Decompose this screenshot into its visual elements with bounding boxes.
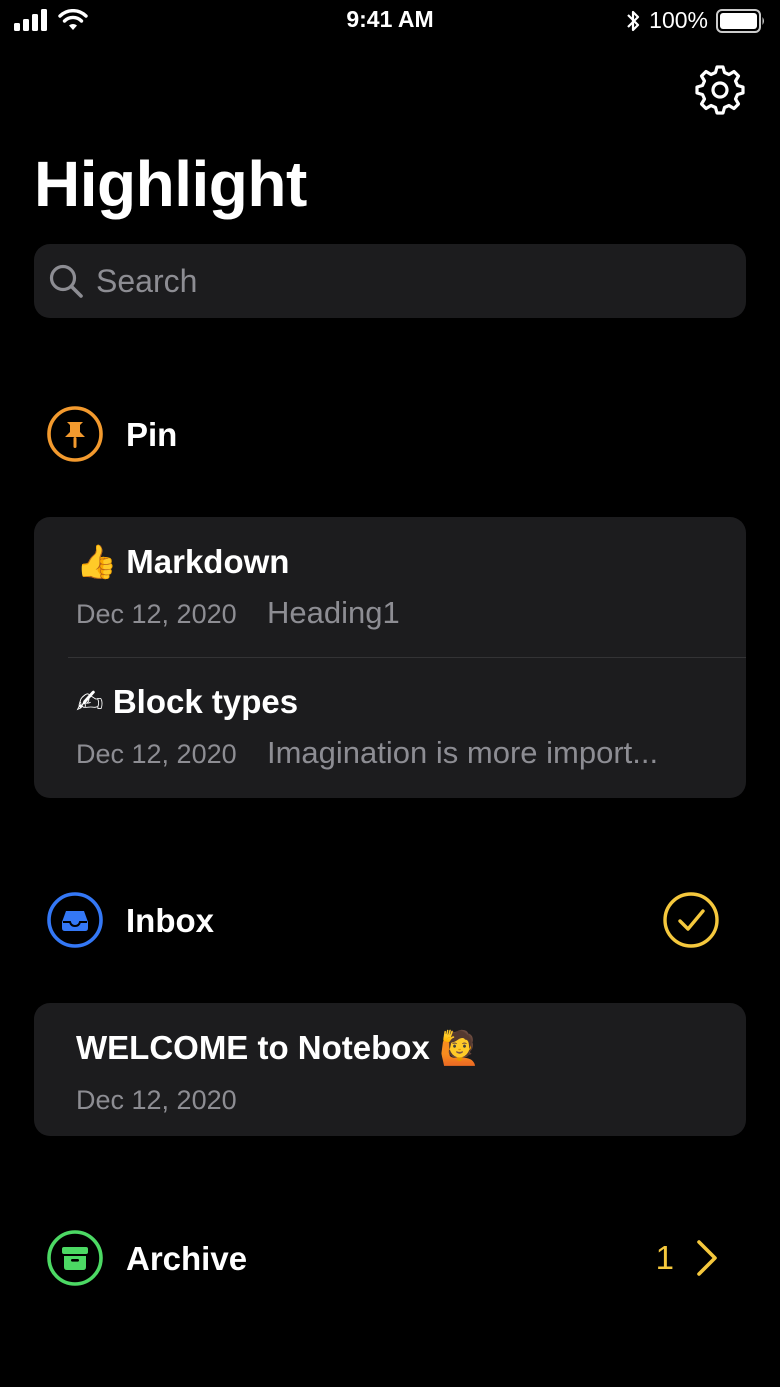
battery-icon — [716, 8, 764, 33]
note-date: Dec 12, 2020 — [76, 599, 237, 629]
note-item-welcome[interactable]: WELCOME to Notebox 🙋 Dec 12, 2020 — [34, 1003, 746, 1136]
battery-percent: 100% — [649, 7, 708, 33]
archive-meta: 1 — [656, 1229, 720, 1287]
archive-icon — [47, 1230, 103, 1286]
screen: 9:41 AM 100% Highlight Search Pin 👍 Mark… — [0, 0, 780, 1387]
note-date: Dec 12, 2020 — [76, 1085, 237, 1115]
section-inbox-label: Inbox — [126, 902, 214, 939]
checkmark-circle-icon[interactable] — [662, 891, 720, 949]
inbox-actions — [662, 891, 720, 949]
writing-hand-emoji: ✍ — [76, 682, 104, 721]
inbox-icon — [47, 892, 103, 948]
note-preview: Heading1 — [267, 595, 400, 630]
search-placeholder: Search — [96, 263, 198, 299]
note-title-text: Block types — [112, 683, 299, 720]
search-input[interactable]: Search — [34, 244, 746, 318]
pin-icon — [47, 406, 103, 462]
search-icon — [49, 264, 83, 298]
note-title: WELCOME to Notebox 🙋 — [76, 1027, 480, 1069]
section-pin-header[interactable]: Pin — [46, 405, 736, 465]
note-item-block-types[interactable]: ✍ Block types Dec 12, 2020 Imagination i… — [34, 657, 746, 797]
raising-hand-emoji: 🙋 — [438, 1028, 481, 1067]
note-title: ✍ Block types — [76, 681, 298, 723]
thumbs-up-emoji: 👍 — [76, 542, 118, 581]
note-title-text: WELCOME to Notebox — [76, 1029, 430, 1066]
section-archive-label: Archive — [126, 1240, 248, 1277]
settings-button[interactable] — [694, 64, 746, 116]
note-preview: Imagination is more import... — [267, 735, 659, 770]
status-right: 100% — [625, 7, 766, 34]
gear-icon — [695, 65, 745, 115]
archive-count: 1 — [655, 1239, 674, 1276]
section-pin-label: Pin — [126, 416, 178, 453]
section-archive-header[interactable]: Archive 1 — [46, 1229, 736, 1289]
page-title: Highlight — [34, 148, 307, 220]
bluetooth-icon — [627, 10, 640, 31]
pin-notes-card: 👍 Markdown Dec 12, 2020 Heading1 ✍ Block… — [34, 517, 746, 798]
status-bar: 9:41 AM 100% — [0, 0, 780, 42]
note-title: 👍 Markdown — [76, 541, 289, 583]
note-item-markdown[interactable]: 👍 Markdown Dec 12, 2020 Heading1 — [34, 517, 746, 657]
note-date: Dec 12, 2020 — [76, 739, 237, 769]
section-inbox-header[interactable]: Inbox — [46, 891, 736, 951]
inbox-notes-card: WELCOME to Notebox 🙋 Dec 12, 2020 — [34, 1003, 746, 1136]
chevron-right-icon[interactable] — [694, 1238, 720, 1278]
note-title-text: Markdown — [126, 543, 290, 580]
